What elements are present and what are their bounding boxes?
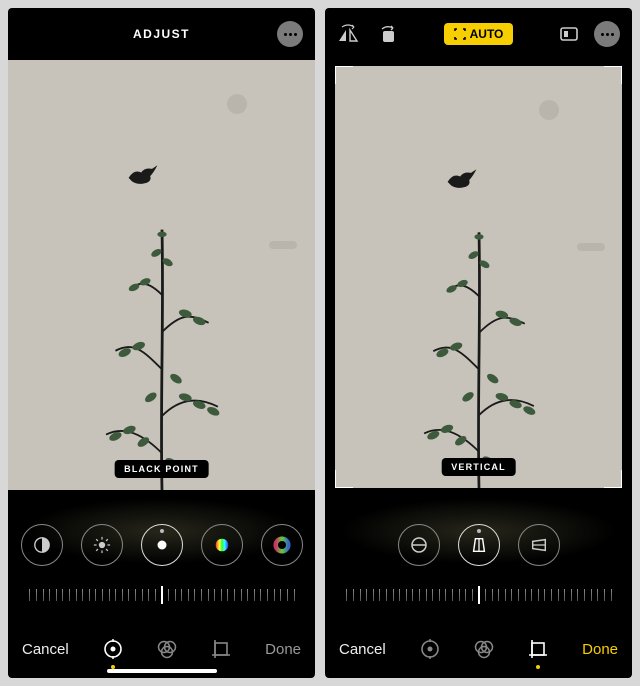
mode-adjust[interactable]: [418, 637, 442, 661]
dial-vertical[interactable]: [458, 524, 500, 566]
crop-handle-tr[interactable]: [604, 66, 622, 84]
photo-artifact: [227, 94, 247, 114]
aspect-icon: [558, 23, 580, 45]
bottombar: Cancel Done: [325, 620, 632, 678]
cancel-button[interactable]: Cancel: [339, 641, 386, 658]
mode-switcher: [418, 637, 550, 661]
filters-icon: [156, 638, 178, 660]
auto-frame-icon: [454, 28, 466, 40]
perspective-dials[interactable]: [325, 490, 632, 572]
crop-tools: [337, 23, 399, 45]
flip-icon: [337, 24, 359, 44]
straighten-icon: [409, 535, 429, 555]
adjustment-badge: BLACK POINT: [114, 460, 209, 478]
dial-indicator: [160, 529, 164, 533]
photo-artifact: [577, 243, 605, 251]
adjustment-badge: VERTICAL: [441, 458, 516, 476]
black-point-icon: [153, 536, 171, 554]
done-button[interactable]: Done: [265, 641, 301, 658]
aspect-button[interactable]: [558, 23, 580, 45]
dial-horizontal[interactable]: [518, 524, 560, 566]
dial-straighten[interactable]: [398, 524, 440, 566]
done-button[interactable]: Done: [582, 641, 618, 658]
adjust-icon: [419, 638, 441, 660]
saturation-icon: [213, 536, 231, 554]
dial-brightness[interactable]: [81, 524, 123, 566]
adjust-icon: [102, 638, 124, 660]
crop-icon: [210, 638, 232, 660]
dial-indicator: [477, 529, 481, 533]
vertical-perspective-icon: [470, 536, 488, 554]
dial-vibrance[interactable]: [261, 524, 303, 566]
crop-handle-br[interactable]: [604, 470, 622, 488]
contrast-icon: [33, 536, 51, 554]
filters-icon: [473, 638, 495, 660]
auto-label: AUTO: [470, 27, 504, 41]
vibrance-icon: [273, 536, 291, 554]
dial-black-point[interactable]: [141, 524, 183, 566]
selection-dot: [536, 665, 540, 669]
slider-ticks: [29, 585, 293, 607]
home-indicator[interactable]: [107, 669, 217, 673]
mode-switcher: [101, 637, 233, 661]
topbar: AUTO: [325, 8, 632, 60]
mode-crop[interactable]: [209, 637, 233, 661]
more-button[interactable]: [594, 21, 620, 47]
photo-artifact: [539, 100, 559, 120]
photo-bird: [125, 163, 161, 191]
mode-adjust[interactable]: [101, 637, 125, 661]
rotate-icon: [377, 24, 399, 44]
topbar: ADJUST: [8, 8, 315, 60]
slider[interactable]: [325, 572, 632, 620]
photo-plant: [399, 214, 559, 488]
slider[interactable]: [8, 572, 315, 620]
photo-canvas[interactable]: BLACK POINT: [8, 60, 315, 490]
mode-filters[interactable]: [155, 637, 179, 661]
photo-bird: [444, 167, 480, 195]
dial-contrast[interactable]: [21, 524, 63, 566]
photo-canvas[interactable]: VERTICAL: [335, 66, 622, 488]
auto-button[interactable]: AUTO: [444, 23, 514, 45]
crop-icon: [527, 638, 549, 660]
mode-filters[interactable]: [472, 637, 496, 661]
mode-title: ADJUST: [8, 27, 315, 41]
adjustment-dials[interactable]: [8, 490, 315, 572]
cancel-button[interactable]: Cancel: [22, 641, 69, 658]
brightness-icon: [93, 536, 111, 554]
screen-adjust: ADJUST: [8, 8, 315, 678]
photo-artifact: [269, 241, 297, 249]
flip-button[interactable]: [337, 23, 359, 45]
slider-ticks: [346, 585, 610, 607]
crop-handle-bl[interactable]: [335, 470, 353, 488]
dial-saturation[interactable]: [201, 524, 243, 566]
mode-crop[interactable]: [526, 637, 550, 661]
horizontal-perspective-icon: [530, 536, 548, 554]
screen-crop: AUTO: [325, 8, 632, 678]
more-button[interactable]: [277, 21, 303, 47]
photo-plant: [82, 211, 242, 491]
rotate-button[interactable]: [377, 23, 399, 45]
crop-handle-tl[interactable]: [335, 66, 353, 84]
